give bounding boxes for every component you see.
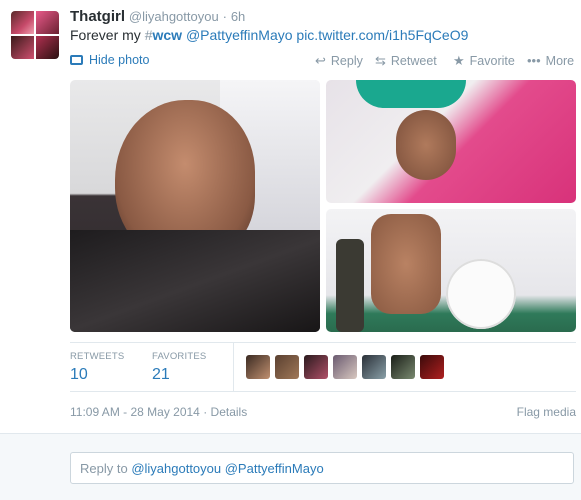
tweet-actions: Hide photo ↩ Reply ⇆ Retweet ★ Favorite …: [70, 53, 576, 71]
retweet-icon: ⇆: [375, 53, 386, 68]
photo-detail: [446, 259, 516, 329]
favorite-button[interactable]: ★ Favorite: [453, 53, 515, 69]
retweet-button[interactable]: ⇆ Retweet: [375, 53, 437, 69]
retweets-count: 10: [70, 366, 88, 383]
photo-bottom-right[interactable]: [326, 209, 576, 332]
flag-media-link[interactable]: Flag media: [517, 405, 576, 419]
hide-photo-label: Hide photo: [89, 53, 150, 67]
mention-link[interactable]: @PattyeffinMayo: [186, 27, 293, 43]
retweet-label: Retweet: [390, 54, 437, 68]
photo-icon: [70, 55, 83, 65]
favoriter-avatar[interactable]: [420, 355, 444, 379]
favoriter-avatar[interactable]: [362, 355, 386, 379]
reply-prefix: Reply to: [80, 461, 132, 476]
favoriters-list: [246, 355, 444, 379]
ellipsis-icon: •••: [527, 53, 541, 68]
user-handle[interactable]: @liyahgottoyou: [129, 9, 219, 24]
favorites-count: 21: [152, 366, 170, 383]
header-separator: ·: [222, 9, 227, 24]
avatar-quadrant: [36, 36, 59, 59]
hide-photo-button[interactable]: Hide photo: [70, 53, 149, 67]
star-icon: ★: [453, 53, 465, 68]
favoriter-avatar[interactable]: [391, 355, 415, 379]
hashtag-link[interactable]: #wcw: [145, 27, 182, 43]
tweet-text-prefix: Forever my: [70, 27, 145, 43]
retweets-label: RETWEETS: [70, 351, 125, 362]
reply-button[interactable]: ↩ Reply: [315, 53, 363, 69]
favorite-label: Favorite: [469, 54, 515, 68]
favorites-label: FAVORITES: [152, 351, 207, 362]
tweet-meta: 11:09 AM - 28 May 2014 · Details Flag me…: [70, 405, 576, 419]
tweet-time[interactable]: 6h: [231, 9, 245, 24]
favorites-stat[interactable]: FAVORITES 21: [152, 351, 206, 384]
retweets-stat[interactable]: RETWEETS 10: [70, 351, 124, 384]
avatar[interactable]: [11, 11, 59, 59]
media-link[interactable]: pic.twitter.com/i1h5FqCeO9: [296, 27, 468, 43]
tweet-header: Thatgirl @liyahgottoyou · 6h: [70, 8, 245, 25]
photo-detail: [371, 214, 441, 314]
more-button[interactable]: ••• More: [527, 53, 574, 68]
tweet-stats: RETWEETS 10 FAVORITES 21: [70, 342, 576, 392]
reply-area: Reply to @liyahgottoyou @PattyeffinMayo: [0, 433, 581, 500]
tweet-timestamp[interactable]: 11:09 AM - 28 May 2014: [70, 405, 200, 419]
photo-detail: [356, 80, 466, 108]
favoriter-avatar[interactable]: [333, 355, 357, 379]
meta-separator: ·: [203, 405, 208, 419]
media-grid: [70, 80, 576, 332]
photo-detail: [336, 239, 364, 332]
stats-divider: [233, 343, 234, 391]
photo-large[interactable]: [70, 80, 320, 332]
user-fullname[interactable]: Thatgirl: [70, 8, 125, 25]
avatar-quadrant: [11, 36, 34, 59]
details-link[interactable]: Details: [211, 405, 248, 419]
reply-mentions: @liyahgottoyou @PattyeffinMayo: [131, 461, 324, 476]
avatar-quadrant: [11, 11, 34, 34]
favoriter-avatar[interactable]: [304, 355, 328, 379]
hashtag-word: wcw: [152, 27, 183, 43]
photo-detail: [70, 230, 320, 332]
photo-detail: [396, 110, 456, 180]
favoriter-avatar[interactable]: [275, 355, 299, 379]
reply-input[interactable]: Reply to @liyahgottoyou @PattyeffinMayo: [70, 452, 574, 484]
favoriter-avatar[interactable]: [246, 355, 270, 379]
avatar-quadrant: [36, 11, 59, 34]
tweet-text: Forever my #wcw @PattyeffinMayo pic.twit…: [70, 27, 468, 43]
more-label: More: [545, 53, 575, 68]
photo-top-right[interactable]: [326, 80, 576, 203]
reply-arrow-icon: ↩: [315, 53, 326, 68]
reply-label: Reply: [330, 54, 363, 68]
